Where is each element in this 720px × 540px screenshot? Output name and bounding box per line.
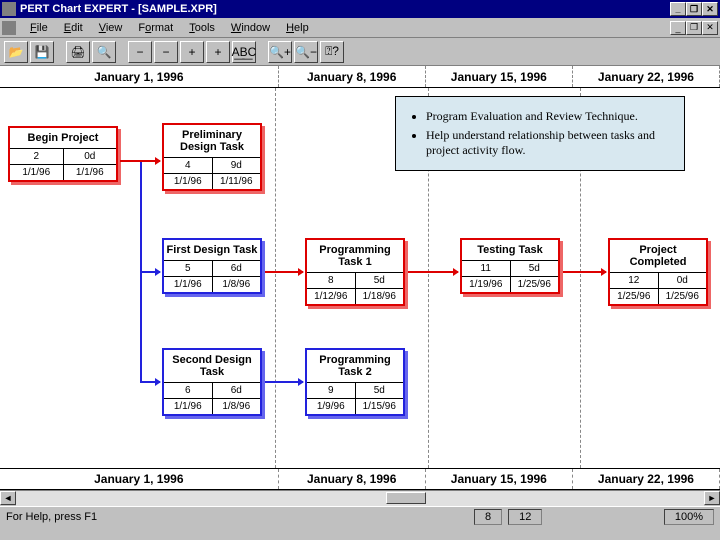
zoom-icon[interactable]: 🔍: [92, 41, 116, 63]
spellcheck-icon[interactable]: A͟B͟C: [232, 41, 256, 63]
timeline-date: January 1, 1996: [0, 66, 279, 87]
zoomout-icon[interactable]: 🔍−: [294, 41, 318, 63]
timeline-footer: January 1, 1996 January 8, 1996 January …: [0, 468, 720, 490]
timeline-date: January 22, 1996: [573, 469, 720, 489]
arrow: [265, 271, 303, 273]
plus-icon[interactable]: +: [180, 41, 204, 63]
timeline-date: January 8, 1996: [279, 66, 426, 87]
task-title: Preliminary Design Task: [164, 125, 260, 158]
scroll-right-icon[interactable]: ►: [704, 491, 720, 505]
task-node-second-design[interactable]: Second Design Task 66d 1/1/961/8/96: [162, 348, 262, 416]
window-controls: _ ❐ ✕: [670, 2, 718, 16]
mdi-minimize-button[interactable]: _: [670, 21, 686, 35]
menu-format[interactable]: Format: [130, 20, 181, 36]
menu-view[interactable]: View: [91, 20, 131, 36]
timeline-date: January 15, 1996: [426, 66, 573, 87]
context-help-icon[interactable]: ⍰?: [320, 41, 344, 63]
toolbar: 📂 💾 🖨 🔍 − − + + A͟B͟C 🔍+ 🔍− ⍰?: [0, 38, 720, 66]
task-title: Programming Task 2: [307, 350, 403, 383]
app-icon: [2, 2, 16, 16]
status-bar: For Help, press F1 8 12 100%: [0, 506, 720, 526]
task-node-completed[interactable]: Project Completed 120d 1/25/961/25/96: [608, 238, 708, 306]
minus2-icon[interactable]: −: [154, 41, 178, 63]
open-icon[interactable]: 📂: [4, 41, 28, 63]
task-title: Begin Project: [10, 128, 116, 149]
status-zoom: 100%: [664, 509, 714, 525]
close-button[interactable]: ✕: [702, 2, 718, 16]
task-node-first-design[interactable]: First Design Task 56d 1/1/961/8/96: [162, 238, 262, 294]
window-title: PERT Chart EXPERT - [SAMPLE.XPR]: [20, 3, 670, 15]
arrow: [140, 381, 160, 383]
scroll-thumb[interactable]: [386, 492, 426, 504]
horizontal-scrollbar[interactable]: ◄ ►: [0, 490, 720, 506]
title-bar: PERT Chart EXPERT - [SAMPLE.XPR] _ ❐ ✕: [0, 0, 720, 18]
info-bullet: Program Evaluation and Review Technique.: [426, 109, 670, 124]
menu-bar: File Edit View Format Tools Window Help …: [0, 18, 720, 38]
info-callout: Program Evaluation and Review Technique.…: [395, 96, 685, 171]
timeline-date: January 15, 1996: [426, 469, 573, 489]
menu-edit[interactable]: Edit: [56, 20, 91, 36]
arrow: [563, 271, 606, 273]
task-node-prelim[interactable]: Preliminary Design Task 49d 1/1/961/11/9…: [162, 123, 262, 191]
task-title: Project Completed: [610, 240, 706, 273]
menu-help[interactable]: Help: [278, 20, 317, 36]
print-icon[interactable]: 🖨: [66, 41, 90, 63]
status-field-b: 12: [508, 509, 542, 525]
chart-canvas[interactable]: Begin Project 20d 1/1/961/1/96 Prelimina…: [0, 88, 720, 468]
timeline-date: January 22, 1996: [573, 66, 720, 87]
timeline-date: January 1, 1996: [0, 469, 279, 489]
task-node-prog1[interactable]: Programming Task 1 85d 1/12/961/18/96: [305, 238, 405, 306]
menu-tools[interactable]: Tools: [181, 20, 223, 36]
task-title: Testing Task: [462, 240, 558, 261]
task-node-prog2[interactable]: Programming Task 2 95d 1/9/961/15/96: [305, 348, 405, 416]
doc-icon: [2, 21, 16, 35]
timeline-date: January 8, 1996: [279, 469, 426, 489]
arrow: [265, 381, 303, 383]
save-icon[interactable]: 💾: [30, 41, 54, 63]
task-title: Programming Task 1: [307, 240, 403, 273]
mdi-controls: _ ❐ ✕: [670, 21, 718, 35]
maximize-button[interactable]: ❐: [686, 2, 702, 16]
arrow: [140, 271, 160, 273]
arrow: [408, 271, 458, 273]
minimize-button[interactable]: _: [670, 2, 686, 16]
status-field-a: 8: [474, 509, 502, 525]
plus2-icon[interactable]: +: [206, 41, 230, 63]
zoomin-icon[interactable]: 🔍+: [268, 41, 292, 63]
timeline-header: January 1, 1996 January 8, 1996 January …: [0, 66, 720, 88]
menu-file[interactable]: File: [22, 20, 56, 36]
mdi-close-button[interactable]: ✕: [702, 21, 718, 35]
scroll-track[interactable]: [16, 491, 704, 506]
task-title: First Design Task: [164, 240, 260, 261]
task-node-begin[interactable]: Begin Project 20d 1/1/961/1/96: [8, 126, 118, 182]
menu-window[interactable]: Window: [223, 20, 278, 36]
minus-icon[interactable]: −: [128, 41, 152, 63]
info-bullet: Help understand relationship between tas…: [426, 128, 670, 158]
status-help: For Help, press F1: [6, 511, 97, 523]
scroll-left-icon[interactable]: ◄: [0, 491, 16, 505]
task-node-testing[interactable]: Testing Task 115d 1/19/961/25/96: [460, 238, 560, 294]
task-title: Second Design Task: [164, 350, 260, 383]
mdi-maximize-button[interactable]: ❐: [686, 21, 702, 35]
